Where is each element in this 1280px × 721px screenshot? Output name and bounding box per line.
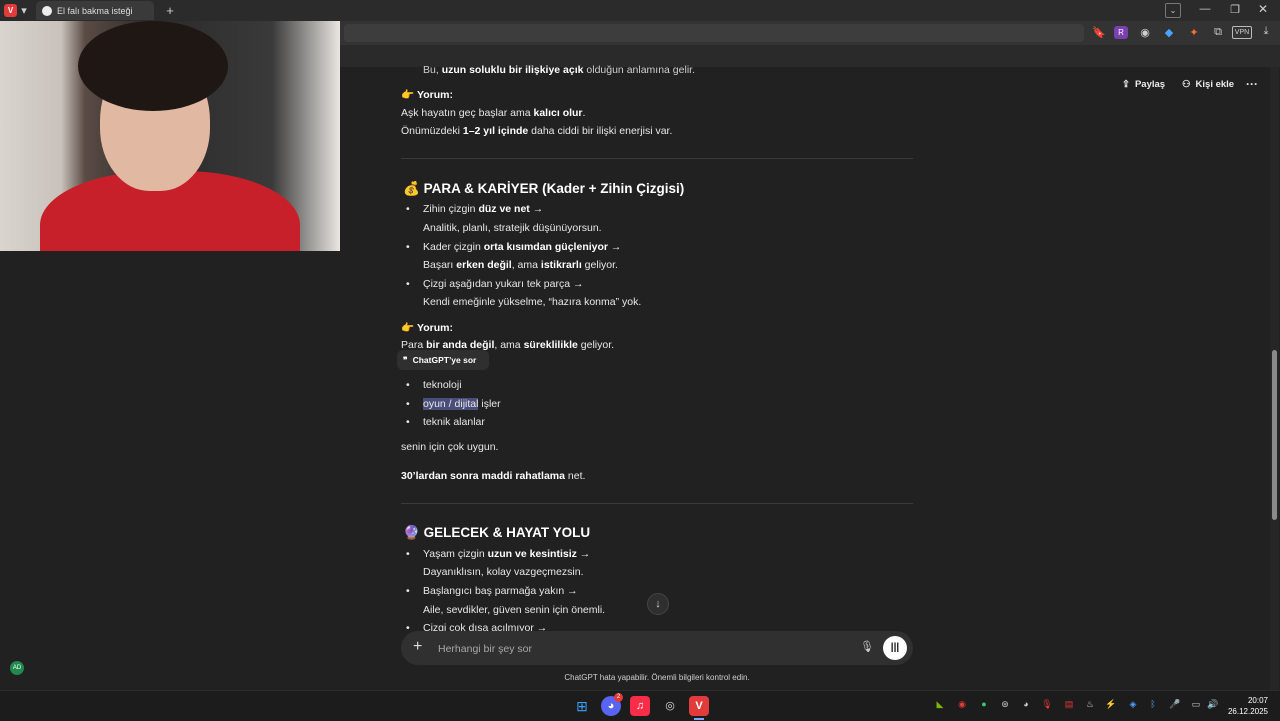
list-item: Yaşam çizgin uzun ve kesintisiz →: [406, 548, 590, 560]
love-comment-heading: 👉 Yorum:: [401, 89, 453, 101]
composer: + 🎙 |||: [401, 631, 913, 665]
crystal-ball-icon: 🔮: [403, 525, 420, 540]
taskbar: ⊞ ◕ 2 ♫ ◎ V ◣ ◉ ● ⊛ ◕ 🎙 ▤ ♨ ⚡ ◈ ᛒ 🎤 ▭ 🔊 …: [0, 690, 1280, 721]
divider: [401, 503, 913, 504]
browser-tab[interactable]: El falı bakma isteği: [36, 1, 154, 20]
webcam-person-hair: [78, 21, 228, 111]
share-button[interactable]: ⇪ Paylaş: [1122, 79, 1165, 90]
scrollbar-thumb[interactable]: [1272, 350, 1277, 520]
ask-chatgpt-button[interactable]: ❞ ChatGPT’ye sor: [397, 350, 489, 370]
vivaldi-taskbar-icon[interactable]: V: [689, 696, 709, 716]
list-item: teknoloji: [406, 379, 461, 391]
avatar[interactable]: AD: [10, 661, 24, 675]
list-item: teknik alanlar: [406, 416, 485, 428]
volume-icon[interactable]: 🔊: [1206, 699, 1220, 710]
network-tray-icon[interactable]: ◈: [1126, 699, 1140, 710]
lightning-tray-icon[interactable]: ⚡: [1104, 699, 1118, 710]
mic-tray-icon[interactable]: 🎙: [1040, 699, 1054, 710]
future-section-title: 🔮 GELECEK & HAYAT YOLU: [403, 525, 591, 540]
arrow-down-icon: ↓: [655, 598, 661, 610]
list-item: oyun / dijital işler: [406, 398, 501, 410]
more-options-button[interactable]: ···: [1246, 77, 1258, 91]
microphone-icon[interactable]: 🎙: [860, 640, 874, 653]
audio-extension-icon[interactable]: ◉: [1139, 26, 1151, 39]
windows-start-icon[interactable]: ⊞: [572, 696, 592, 716]
app-icon[interactable]: ◎: [660, 696, 680, 716]
list-item: Çizgi aşağıdan yukarı tek parça →: [406, 278, 583, 290]
app-tray-icon[interactable]: ▤: [1062, 699, 1076, 710]
list-item-sub: Dayanıklısın, kolay vazgeçmezsin.: [423, 566, 584, 578]
steam-icon[interactable]: ♨: [1083, 699, 1097, 710]
maximize-icon[interactable]: ❐: [1228, 3, 1242, 16]
add-person-icon: ⚇: [1182, 79, 1191, 90]
webcam-overlay: [0, 21, 340, 251]
discord-tray-icon[interactable]: ◕: [1019, 699, 1033, 709]
close-icon[interactable]: ✕: [1256, 2, 1270, 16]
scroll-down-button[interactable]: ↓: [647, 593, 669, 615]
clock-date: 26.12.2025: [1227, 707, 1268, 716]
music-app-icon[interactable]: ♫: [630, 696, 650, 716]
minimize-icon[interactable]: —: [1198, 3, 1212, 15]
thirties-line: 30’lardan sonra maddi rahatlama net.: [401, 470, 586, 482]
add-person-button[interactable]: ⚇ Kişi ekle: [1182, 79, 1234, 90]
puzzle-icon[interactable]: ⧉: [1212, 26, 1224, 39]
prompt-input[interactable]: [436, 639, 840, 659]
clock-time: 20:07: [1247, 696, 1268, 705]
vivaldi-icon[interactable]: V: [4, 4, 17, 17]
nvidia-tray-icon[interactable]: ◣: [933, 699, 947, 710]
waveform-icon: |||: [890, 642, 900, 653]
green-tray-icon[interactable]: ●: [977, 699, 991, 709]
money-comment-heading: 👉 Yorum:: [401, 322, 453, 334]
share-icon: ⇪: [1122, 79, 1130, 90]
shield-extension-icon[interactable]: ◆: [1163, 26, 1175, 39]
extension-icon[interactable]: R: [1114, 26, 1128, 39]
quote-icon: ❞: [403, 354, 408, 365]
bookmark-icon[interactable]: 🔖: [1092, 26, 1106, 39]
steam-tray-icon[interactable]: ⊛: [998, 699, 1012, 710]
suitable-line: senin için çok uygun.: [401, 441, 499, 453]
record-tray-icon[interactable]: ◉: [955, 699, 969, 710]
fox-extension-icon[interactable]: ✦: [1188, 26, 1200, 39]
microphone-tray-icon[interactable]: 🎤: [1168, 699, 1182, 710]
love-comment-line2: Önümüzdeki 1–2 yıl içinde daha ciddi bir…: [401, 125, 673, 137]
bluetooth-icon[interactable]: ᛒ: [1146, 699, 1160, 709]
address-field[interactable]: [344, 24, 1084, 42]
love-comment-line1: Aşk hayatın geç başlar ama kalıcı olur.: [401, 107, 586, 119]
discord-badge: 2: [614, 693, 623, 702]
chatgpt-favicon-icon: [42, 5, 52, 16]
list-item-sub: Kendi emeğinle yükselme, “hazıra konma” …: [423, 296, 642, 308]
plus-icon[interactable]: +: [413, 638, 422, 656]
divider: [401, 158, 913, 159]
money-bag-icon: 💰: [403, 181, 420, 196]
tab-list-icon[interactable]: ⌄: [1165, 3, 1181, 18]
pointing-hand-icon: 👉: [401, 322, 415, 334]
selected-text[interactable]: oyun / dijital: [423, 398, 479, 410]
display-tray-icon[interactable]: ▭: [1189, 699, 1203, 710]
list-item-sub: Başarı erken değil, ama istikrarlı geliy…: [423, 259, 618, 271]
clock[interactable]: 20:07 26.12.2025: [1228, 695, 1268, 717]
chevron-down-icon[interactable]: ▾: [19, 4, 29, 17]
download-icon[interactable]: ⤓: [1260, 25, 1272, 38]
list-item-sub: Analitik, planlı, stratejik düşünüyorsun…: [423, 222, 602, 234]
list-item: Zihin çizgin düz ve net →: [406, 203, 543, 215]
pointing-hand-icon: 👉: [401, 89, 415, 101]
vpn-icon[interactable]: VPN: [1232, 26, 1252, 39]
money-section-title: 💰 PARA & KARİYER (Kader + Zihin Çizgisi): [403, 181, 685, 196]
cut-off-line: Bu, uzun soluklu bir ilişkiye açık olduğ…: [423, 64, 695, 76]
disclaimer: ChatGPT hata yapabilir. Önemli bilgileri…: [564, 673, 750, 682]
tab-title: El falı bakma isteği: [57, 5, 133, 16]
list-item: Başlangıcı baş parmağa yakın →: [406, 585, 578, 597]
voice-mode-button[interactable]: |||: [883, 636, 907, 660]
browser-tab-bar: V ▾ El falı bakma isteği + ⌄ — ❐ ✕: [0, 0, 1280, 21]
list-item: Kader çizgin orta kısımdan güçleniyor →: [406, 241, 621, 253]
list-item-sub: Aile, sevdikler, güven senin için önemli…: [423, 604, 606, 616]
new-tab-button[interactable]: +: [163, 3, 177, 18]
